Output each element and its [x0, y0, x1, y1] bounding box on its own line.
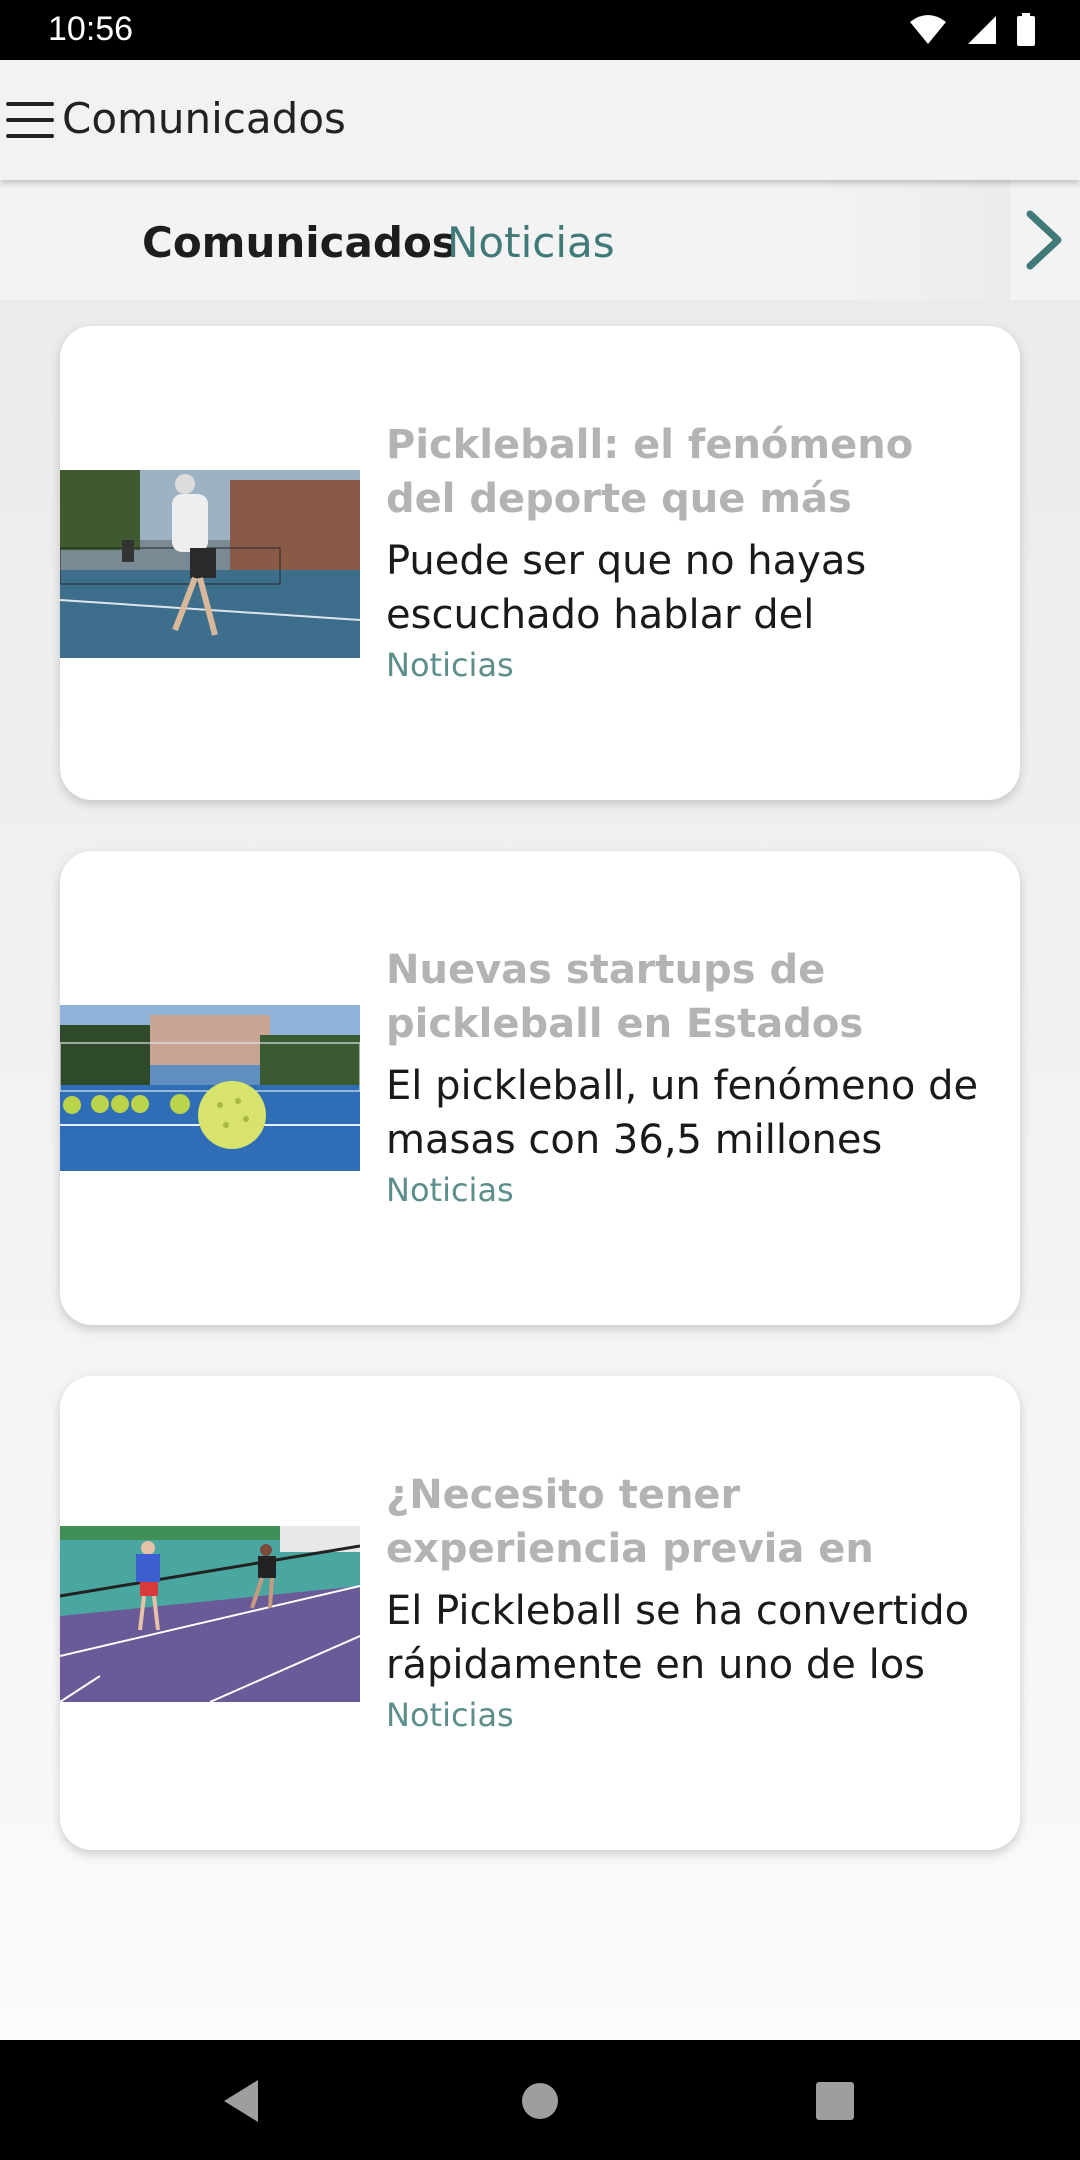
card-text: Pickleball: el fenómeno del deporte que … [386, 418, 980, 684]
card-title: ¿Necesito tener experiencia previa en ot… [386, 1472, 874, 1572]
menu-icon[interactable] [6, 98, 54, 142]
system-nav-bar [0, 2040, 1080, 2160]
news-card[interactable]: Pickleball: el fenómeno del deporte que … [60, 326, 1020, 800]
chevron-right-icon[interactable] [1020, 208, 1070, 272]
pickleball-balls-thumbnail [60, 1005, 360, 1171]
tab-comunicados[interactable]: Comunicados [142, 218, 457, 267]
recents-icon[interactable] [810, 2076, 860, 2126]
card-excerpt: El Pickleball se ha convertido rápidamen… [386, 1588, 970, 1688]
card-excerpt: El pickleball, un fenómeno de masas con … [386, 1063, 979, 1163]
news-card[interactable]: Nuevas startups de pickleball en Estados… [60, 851, 1020, 1325]
tab-noticias[interactable]: Noticias [447, 218, 615, 267]
status-icons [908, 12, 1036, 48]
card-text: ¿Necesito tener experiencia previa en ot… [386, 1468, 980, 1734]
card-category[interactable]: Noticias [386, 1696, 980, 1734]
card-category[interactable]: Noticias [386, 646, 980, 684]
news-card[interactable]: ¿Necesito tener experiencia previa en ot… [60, 1376, 1020, 1850]
card-text: Nuevas startups de pickleball en Estados… [386, 943, 980, 1209]
card-excerpt: Puede ser que no hayas escuchado hablar … [386, 538, 867, 638]
signal-icon [968, 16, 996, 44]
card-category[interactable]: Noticias [386, 1171, 980, 1209]
page-title: Comunicados [62, 94, 346, 143]
tab-strip: Comunicados Noticias [0, 180, 1080, 300]
status-bar: 10:56 [0, 0, 1080, 60]
card-title: Pickleball: el fenómeno del deporte que … [386, 422, 914, 522]
home-icon[interactable] [515, 2076, 565, 2126]
card-title: Nuevas startups de pickleball en Estados… [386, 947, 864, 1047]
news-list: Pickleball: el fenómeno del deporte que … [0, 300, 1080, 2040]
back-icon[interactable] [218, 2076, 268, 2126]
battery-icon [1017, 13, 1035, 46]
wifi-icon [910, 15, 946, 44]
tab-strip-fade [810, 180, 1010, 300]
pickleball-doubles-thumbnail [60, 1526, 360, 1702]
app-bar: Comunicados [0, 60, 1080, 180]
pickleball-player-thumbnail [60, 470, 360, 658]
status-time: 10:56 [48, 10, 134, 48]
